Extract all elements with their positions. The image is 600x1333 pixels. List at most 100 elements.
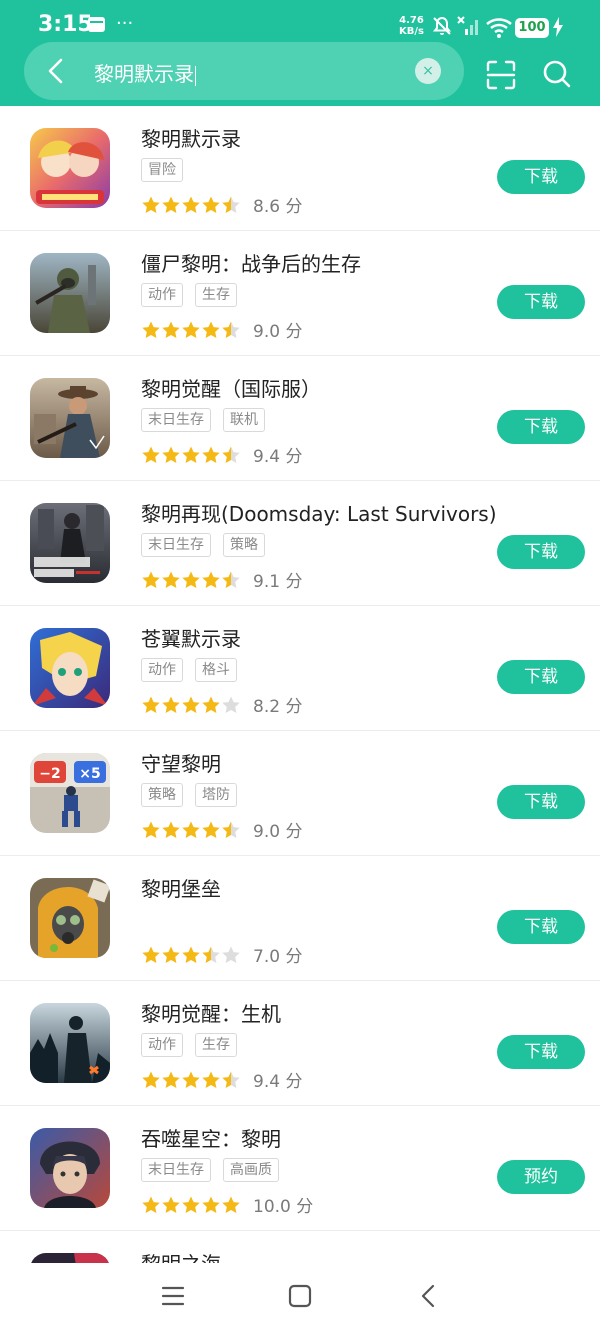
download-button[interactable]: 下载 [497, 160, 585, 194]
reserve-button[interactable]: 预约 [497, 1160, 585, 1194]
clear-search-button[interactable]: × [415, 58, 441, 84]
star-rating [141, 320, 241, 340]
tag: 末日生存 [141, 1158, 211, 1182]
star-rating [141, 445, 241, 465]
status-bar: 3:15 ··· 4.76 KB/s 100 [0, 0, 600, 46]
search-icon[interactable] [542, 59, 572, 93]
star-icon [202, 571, 220, 588]
download-button[interactable]: 下载 [497, 1035, 585, 1069]
star-icon [182, 571, 200, 588]
app-icon[interactable] [30, 503, 110, 583]
rating: 9.4 分 [141, 1067, 302, 1092]
app-icon[interactable] [30, 253, 110, 333]
app-icon[interactable] [30, 628, 110, 708]
star-icon [182, 196, 200, 213]
tag-list: 冒险 [141, 158, 195, 182]
home-square-icon[interactable] [287, 1283, 313, 1313]
tag: 生存 [195, 1033, 237, 1057]
app-icon[interactable] [30, 878, 110, 958]
tag: 高画质 [223, 1158, 279, 1182]
battery-level: 100 [515, 18, 549, 38]
app-icon[interactable]: −2 ×5 [30, 753, 110, 833]
tag: 联机 [223, 408, 265, 432]
charging-icon [552, 17, 564, 41]
list-item[interactable]: 吞噬星空：黎明 末日生存 高画质 10.0 分 预约 [0, 1106, 600, 1231]
tag: 格斗 [195, 658, 237, 682]
star-icon [222, 321, 240, 338]
star-icon [222, 821, 240, 838]
star-icon [202, 446, 220, 463]
download-button[interactable]: 下载 [497, 910, 585, 944]
list-item[interactable]: 僵尸黎明：战争后的生存 动作 生存 9.0 分 下载 [0, 231, 600, 356]
list-item[interactable]: −2 ×5 守望黎明 策略 塔防 9.0 分 下载 [0, 731, 600, 856]
tag: 动作 [141, 1033, 183, 1057]
search-input[interactable]: 黎明默示录 [94, 58, 196, 87]
score: 9.1 分 [253, 572, 303, 592]
svg-text:×5: ×5 [79, 766, 100, 782]
network-speed: 4.76 KB/s [399, 15, 424, 37]
app-name[interactable]: 黎明默示录 [141, 123, 241, 152]
download-button[interactable]: 下载 [497, 410, 585, 444]
list-item[interactable]: 苍翼默示录 动作 格斗 8.2 分 下载 [0, 606, 600, 731]
wifi-icon [486, 18, 512, 42]
star-icon [222, 1071, 240, 1088]
app-icon[interactable] [30, 128, 110, 208]
score: 7.0 分 [253, 947, 303, 967]
chevron-left-icon[interactable] [44, 58, 68, 88]
app-name[interactable]: 黎明再现(Doomsday: Last Survivors) [141, 498, 497, 527]
star-icon [202, 946, 220, 963]
star-icon [142, 1196, 160, 1213]
list-item[interactable]: 黎明默示录 冒险 8.6 分 下载 [0, 106, 600, 231]
star-icon [162, 696, 180, 713]
app-name[interactable]: 守望黎明 [141, 748, 221, 777]
search-bar[interactable]: 黎明默示录 × [24, 42, 464, 100]
tag-list: 末日生存 策略 [141, 533, 277, 557]
star-rating [141, 1070, 241, 1090]
score: 9.4 分 [253, 1072, 303, 1092]
navigation-bar [0, 1263, 600, 1333]
app-icon[interactable] [30, 1128, 110, 1208]
tag: 末日生存 [141, 533, 211, 557]
rating: 8.6 分 [141, 192, 302, 217]
download-button[interactable]: 下载 [497, 660, 585, 694]
star-icon [222, 1196, 240, 1213]
star-rating [141, 195, 241, 215]
app-icon[interactable] [30, 378, 110, 458]
star-icon [182, 446, 200, 463]
app-name[interactable]: 黎明觉醒（国际服） [141, 373, 321, 402]
tag: 塔防 [195, 783, 237, 807]
tag: 动作 [141, 658, 183, 682]
star-icon [162, 946, 180, 963]
rating: 9.0 分 [141, 817, 302, 842]
rating: 8.2 分 [141, 692, 302, 717]
back-triangle-icon[interactable] [416, 1283, 442, 1313]
rating: 7.0 分 [141, 942, 302, 967]
app-name[interactable]: 苍翼默示录 [141, 623, 241, 652]
tag: 末日生存 [141, 408, 211, 432]
list-item[interactable]: 黎明堡垒 7.0 分 下载 [0, 856, 600, 981]
star-icon [182, 946, 200, 963]
app-name[interactable]: 黎明觉醒：生机 [141, 998, 281, 1027]
list-item[interactable]: 黎明觉醒（国际服） 末日生存 联机 9.4 分 下载 [0, 356, 600, 481]
app-name[interactable]: 黎明堡垒 [141, 873, 221, 902]
star-icon [142, 696, 160, 713]
app-icon[interactable] [30, 1003, 110, 1083]
star-icon [162, 1071, 180, 1088]
app-name[interactable]: 吞噬星空：黎明 [141, 1123, 281, 1152]
scan-icon[interactable] [486, 60, 516, 94]
star-rating [141, 945, 241, 965]
list-item[interactable]: 黎明觉醒：生机 动作 生存 9.4 分 下载 [0, 981, 600, 1106]
star-icon [162, 821, 180, 838]
tag-list: 策略 塔防 [141, 783, 249, 807]
star-icon [222, 946, 240, 963]
calendar-notification-icon [88, 17, 105, 32]
star-icon [142, 321, 160, 338]
app-name[interactable]: 僵尸黎明：战争后的生存 [141, 248, 361, 277]
score: 8.2 分 [253, 697, 303, 717]
download-button[interactable]: 下载 [497, 535, 585, 569]
menu-icon[interactable] [160, 1283, 186, 1313]
download-button[interactable]: 下载 [497, 785, 585, 819]
download-button[interactable]: 下载 [497, 285, 585, 319]
tag-list: 动作 格斗 [141, 658, 249, 682]
list-item[interactable]: 黎明再现(Doomsday: Last Survivors) 末日生存 策略 9.… [0, 481, 600, 606]
